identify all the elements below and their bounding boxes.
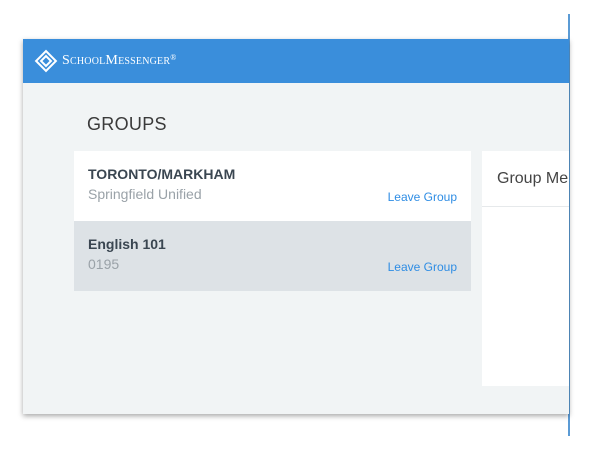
- group-name: TORONTO/MARKHAM: [88, 166, 236, 182]
- page-title: GROUPS: [87, 114, 167, 134]
- brand-name[interactable]: SchoolMessenger®: [62, 53, 177, 69]
- top-navbar: SchoolMessenger®: [23, 39, 569, 83]
- group-name: English 101: [88, 236, 166, 252]
- brand-text: SchoolMessenger: [62, 53, 171, 68]
- leave-group-link[interactable]: Leave Group: [388, 190, 457, 204]
- group-card-selected[interactable]: English 101 0195 Leave Group: [74, 221, 471, 291]
- schoolmessenger-logo-icon[interactable]: [33, 48, 59, 74]
- group-members-header: Group Me: [482, 151, 569, 207]
- app-window: SchoolMessenger® GROUPS TORONTO/MARKHAM …: [23, 39, 569, 414]
- leave-group-link[interactable]: Leave Group: [388, 260, 457, 274]
- brand-mark: ®: [170, 53, 177, 62]
- group-members-panel: Group Me: [482, 151, 569, 386]
- group-card[interactable]: TORONTO/MARKHAM Springfield Unified Leav…: [74, 151, 471, 221]
